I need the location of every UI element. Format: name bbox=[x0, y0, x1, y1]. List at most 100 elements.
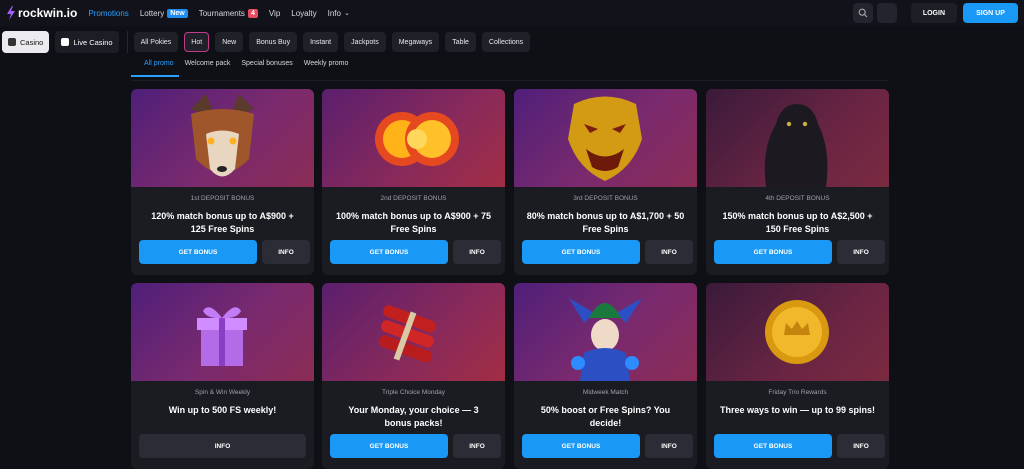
divider bbox=[126, 31, 128, 53]
nav-label: Loyalty bbox=[291, 8, 317, 18]
get-bonus-button[interactable]: GET BONUS bbox=[714, 434, 832, 458]
nav-tournaments[interactable]: Tournaments 4 bbox=[199, 8, 258, 18]
coins-art bbox=[375, 112, 459, 166]
nav-vip[interactable]: Vip bbox=[269, 9, 280, 18]
tab-weekly-promo[interactable]: Weekly promo bbox=[304, 60, 349, 77]
giftbox-art bbox=[197, 307, 247, 366]
get-bonus-button[interactable]: GET BONUS bbox=[522, 240, 640, 264]
promo-image bbox=[706, 283, 889, 381]
brand-name: rockwin.io bbox=[18, 6, 78, 20]
chip-megaways[interactable]: Megaways bbox=[391, 32, 440, 52]
card-subtitle: Triple Choice Monday bbox=[382, 389, 445, 396]
card-actions: GET BONUS INFO bbox=[139, 240, 310, 264]
nav-loyalty[interactable]: Loyalty bbox=[291, 9, 316, 18]
get-bonus-button[interactable]: GET BONUS bbox=[330, 240, 448, 264]
card-actions: GET BONUS INFO bbox=[522, 434, 693, 458]
casino-icon bbox=[8, 38, 16, 46]
top-bar: rockwin.io Promotions Lottery New Tournam… bbox=[0, 0, 1024, 26]
info-button[interactable]: INFO bbox=[453, 240, 501, 264]
get-bonus-button[interactable]: GET BONUS bbox=[522, 434, 640, 458]
card-title: Three ways to win — up to 99 spins! bbox=[719, 405, 876, 415]
signup-button[interactable]: SIGN UP bbox=[963, 3, 1018, 23]
card-title: 50% boost or Free Spins? You decide! bbox=[540, 405, 671, 428]
card-title: Win up to 500 FS weekly! bbox=[168, 405, 277, 415]
chip-all-pokies[interactable]: All Pokies bbox=[133, 32, 179, 52]
casino-tab[interactable]: Casino bbox=[2, 31, 50, 53]
nav-lottery[interactable]: Lottery New bbox=[139, 8, 188, 18]
bolt-icon bbox=[7, 6, 15, 20]
nav-label: Promotions bbox=[88, 8, 129, 18]
card-subtitle: 4th DEPOSIT BONUS bbox=[765, 195, 830, 202]
promo-image bbox=[514, 89, 697, 187]
info-button[interactable]: INFO bbox=[837, 434, 885, 458]
nav-label: Info bbox=[327, 8, 341, 18]
chip-new[interactable]: New bbox=[215, 32, 244, 52]
promo-image bbox=[706, 89, 889, 187]
promo-card: 2nd DEPOSIT BONUS 100% match bonus up to… bbox=[322, 89, 505, 275]
get-bonus-button[interactable]: GET BONUS bbox=[714, 240, 832, 264]
chip-instant[interactable]: Instant bbox=[303, 32, 339, 52]
chevron-down-icon: ⌄ bbox=[343, 10, 350, 17]
live-casino-label: Live Casino bbox=[73, 37, 113, 47]
card-actions: GET BONUS INFO bbox=[522, 240, 693, 264]
card-actions: GET BONUS INFO bbox=[714, 434, 885, 458]
card-title: 150% match bonus up to A$2,500 + 150 Fre… bbox=[722, 211, 873, 234]
card-title: 100% match bonus up to A$900 + 75 Free S… bbox=[336, 211, 491, 234]
info-button[interactable]: INFO bbox=[139, 434, 306, 458]
login-button[interactable]: LOGIN bbox=[910, 3, 957, 23]
card-title: Your Monday, your choice — 3 bonus packs… bbox=[348, 405, 479, 428]
info-button[interactable]: INFO bbox=[645, 240, 693, 264]
nav-label: Lottery bbox=[139, 8, 165, 18]
nav-promotions[interactable]: Promotions bbox=[88, 9, 128, 18]
search-button[interactable] bbox=[852, 3, 873, 23]
tab-all-promo[interactable]: All promo bbox=[131, 60, 179, 77]
tab-welcome-pack[interactable]: Welcome pack bbox=[185, 60, 231, 77]
locale-button[interactable] bbox=[876, 3, 897, 23]
casino-label: Casino bbox=[20, 37, 44, 47]
category-bar: Casino Live Casino All Pokies Hot New Bo… bbox=[0, 30, 1024, 54]
info-button[interactable]: INFO bbox=[453, 434, 501, 458]
chip-hot[interactable]: Hot bbox=[184, 32, 210, 52]
promo-image bbox=[514, 283, 697, 381]
jester-art bbox=[569, 298, 642, 381]
header-actions: LOGIN SIGN UP bbox=[852, 3, 1018, 23]
get-bonus-button[interactable]: GET BONUS bbox=[330, 434, 448, 458]
card-title: 80% match bonus up to A$1,700 + 50 Free … bbox=[526, 211, 685, 234]
promo-image bbox=[131, 89, 314, 187]
chip-jackpots[interactable]: Jackpots bbox=[344, 32, 386, 52]
gold-coin-art bbox=[765, 300, 829, 364]
play-icon bbox=[61, 38, 70, 46]
promo-card: Spin & Win Weekly Win up to 500 FS weekl… bbox=[131, 283, 314, 469]
chip-table[interactable]: Table bbox=[445, 32, 476, 52]
promo-card: Friday Trio Rewards Three ways to win — … bbox=[706, 283, 889, 469]
dynamite-art bbox=[379, 305, 437, 363]
card-actions: INFO bbox=[139, 434, 306, 458]
card-actions: GET BONUS INFO bbox=[714, 240, 885, 264]
new-badge: New bbox=[167, 8, 188, 18]
card-subtitle: 1st DEPOSIT BONUS bbox=[190, 195, 255, 202]
chip-bonus-buy[interactable]: Bonus Buy bbox=[249, 32, 298, 52]
chip-collections[interactable]: Collections bbox=[481, 32, 531, 52]
nav-info[interactable]: Info ⌄ bbox=[328, 9, 350, 18]
info-button[interactable]: INFO bbox=[837, 240, 885, 264]
promo-card: 1st DEPOSIT BONUS 120% match bonus up to… bbox=[131, 89, 314, 275]
card-subtitle: Midweek Match bbox=[582, 389, 629, 396]
wolf-art bbox=[191, 94, 254, 177]
get-bonus-button[interactable]: GET BONUS bbox=[139, 240, 257, 264]
live-casino-tab[interactable]: Live Casino bbox=[55, 31, 119, 53]
logo[interactable]: rockwin.io bbox=[6, 6, 77, 20]
promo-card: Midweek Match 50% boost or Free Spins? Y… bbox=[514, 283, 697, 469]
info-button[interactable]: INFO bbox=[645, 434, 693, 458]
main-nav: Promotions Lottery New Tournaments 4 Vip L… bbox=[88, 8, 361, 18]
promo-card: Triple Choice Monday Your Monday, your c… bbox=[322, 283, 505, 469]
nav-label: Vip bbox=[268, 8, 281, 18]
count-badge: 4 bbox=[247, 8, 258, 18]
info-button[interactable]: INFO bbox=[262, 240, 310, 264]
tab-special-bonuses[interactable]: Special bonuses bbox=[241, 60, 292, 77]
panther-art bbox=[764, 104, 828, 187]
card-actions: GET BONUS INFO bbox=[330, 240, 501, 264]
promo-card: 4th DEPOSIT BONUS 150% match bonus up to… bbox=[706, 89, 889, 275]
promo-image bbox=[131, 283, 314, 381]
tabs-divider bbox=[131, 80, 889, 81]
card-subtitle: Friday Trio Rewards bbox=[768, 389, 827, 396]
